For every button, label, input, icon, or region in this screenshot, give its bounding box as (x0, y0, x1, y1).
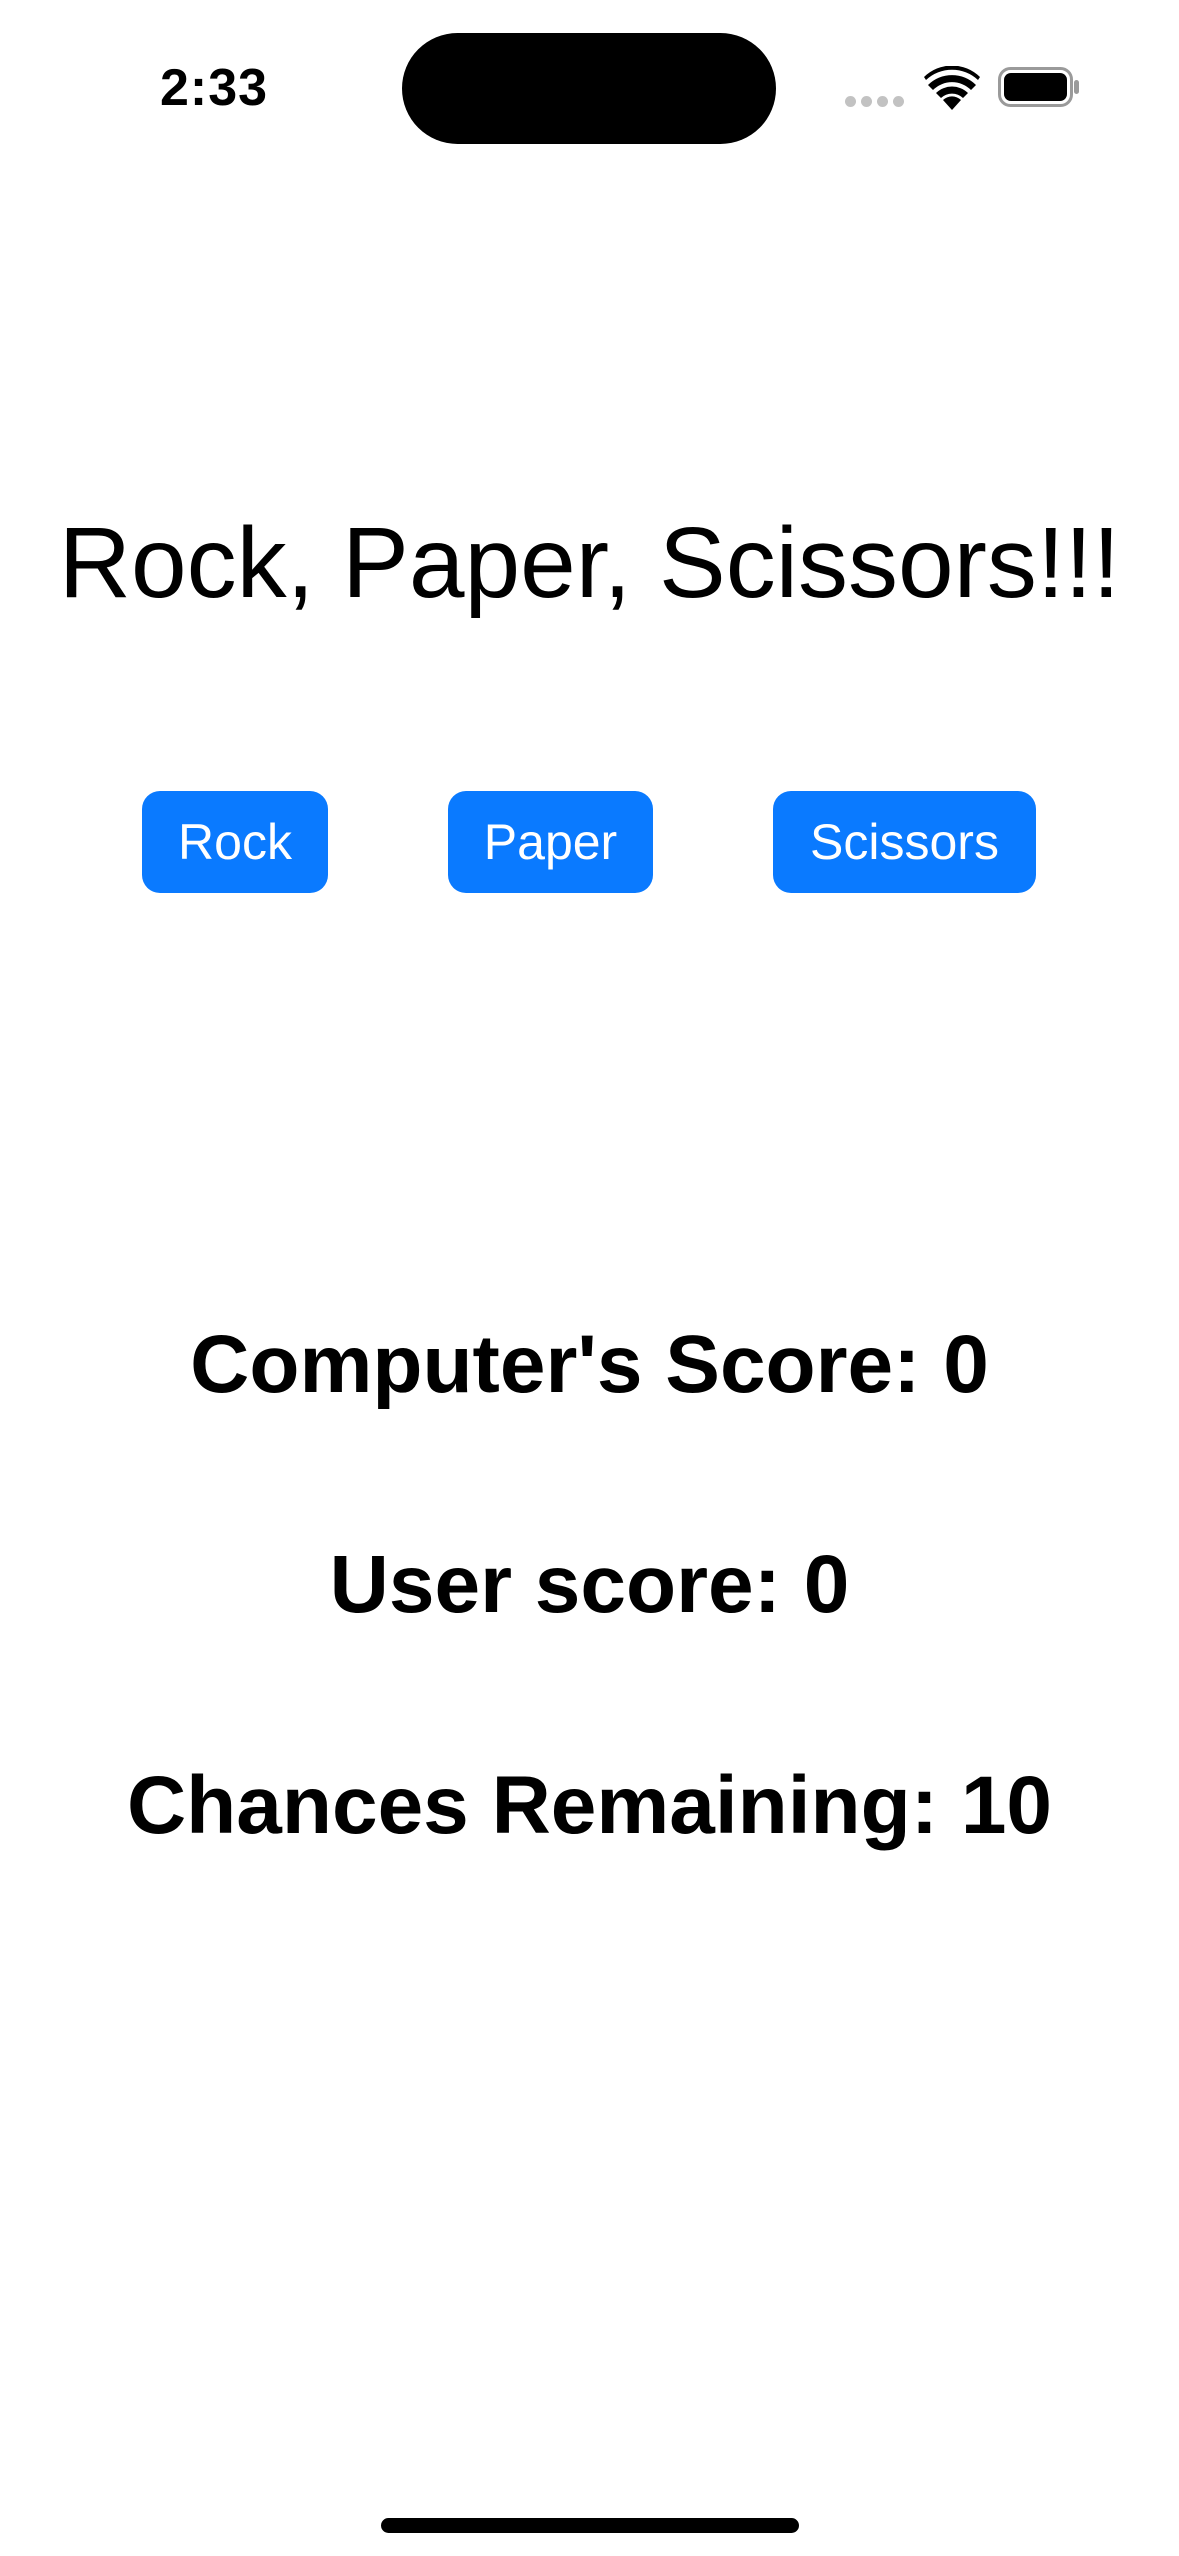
chances-remaining-label: Chances Remaining: 10 (126, 1760, 1053, 1851)
rock-button[interactable]: Rock (142, 791, 328, 893)
user-score-label: User score: 0 (329, 1539, 850, 1630)
page-title: Rock, Paper, Scissors!!! (58, 507, 1121, 619)
scissors-button[interactable]: Scissors (773, 791, 1036, 893)
computer-score-label: Computer's Score: 0 (190, 1319, 989, 1410)
dynamic-island (402, 33, 776, 144)
signal-icon (845, 96, 905, 108)
status-bar: 2:33 (0, 0, 1179, 180)
wifi-icon (924, 66, 980, 110)
status-time: 2:33 (160, 59, 269, 117)
paper-button[interactable]: Paper (448, 791, 653, 893)
home-indicator[interactable] (381, 2518, 799, 2533)
battery-icon (998, 67, 1079, 107)
